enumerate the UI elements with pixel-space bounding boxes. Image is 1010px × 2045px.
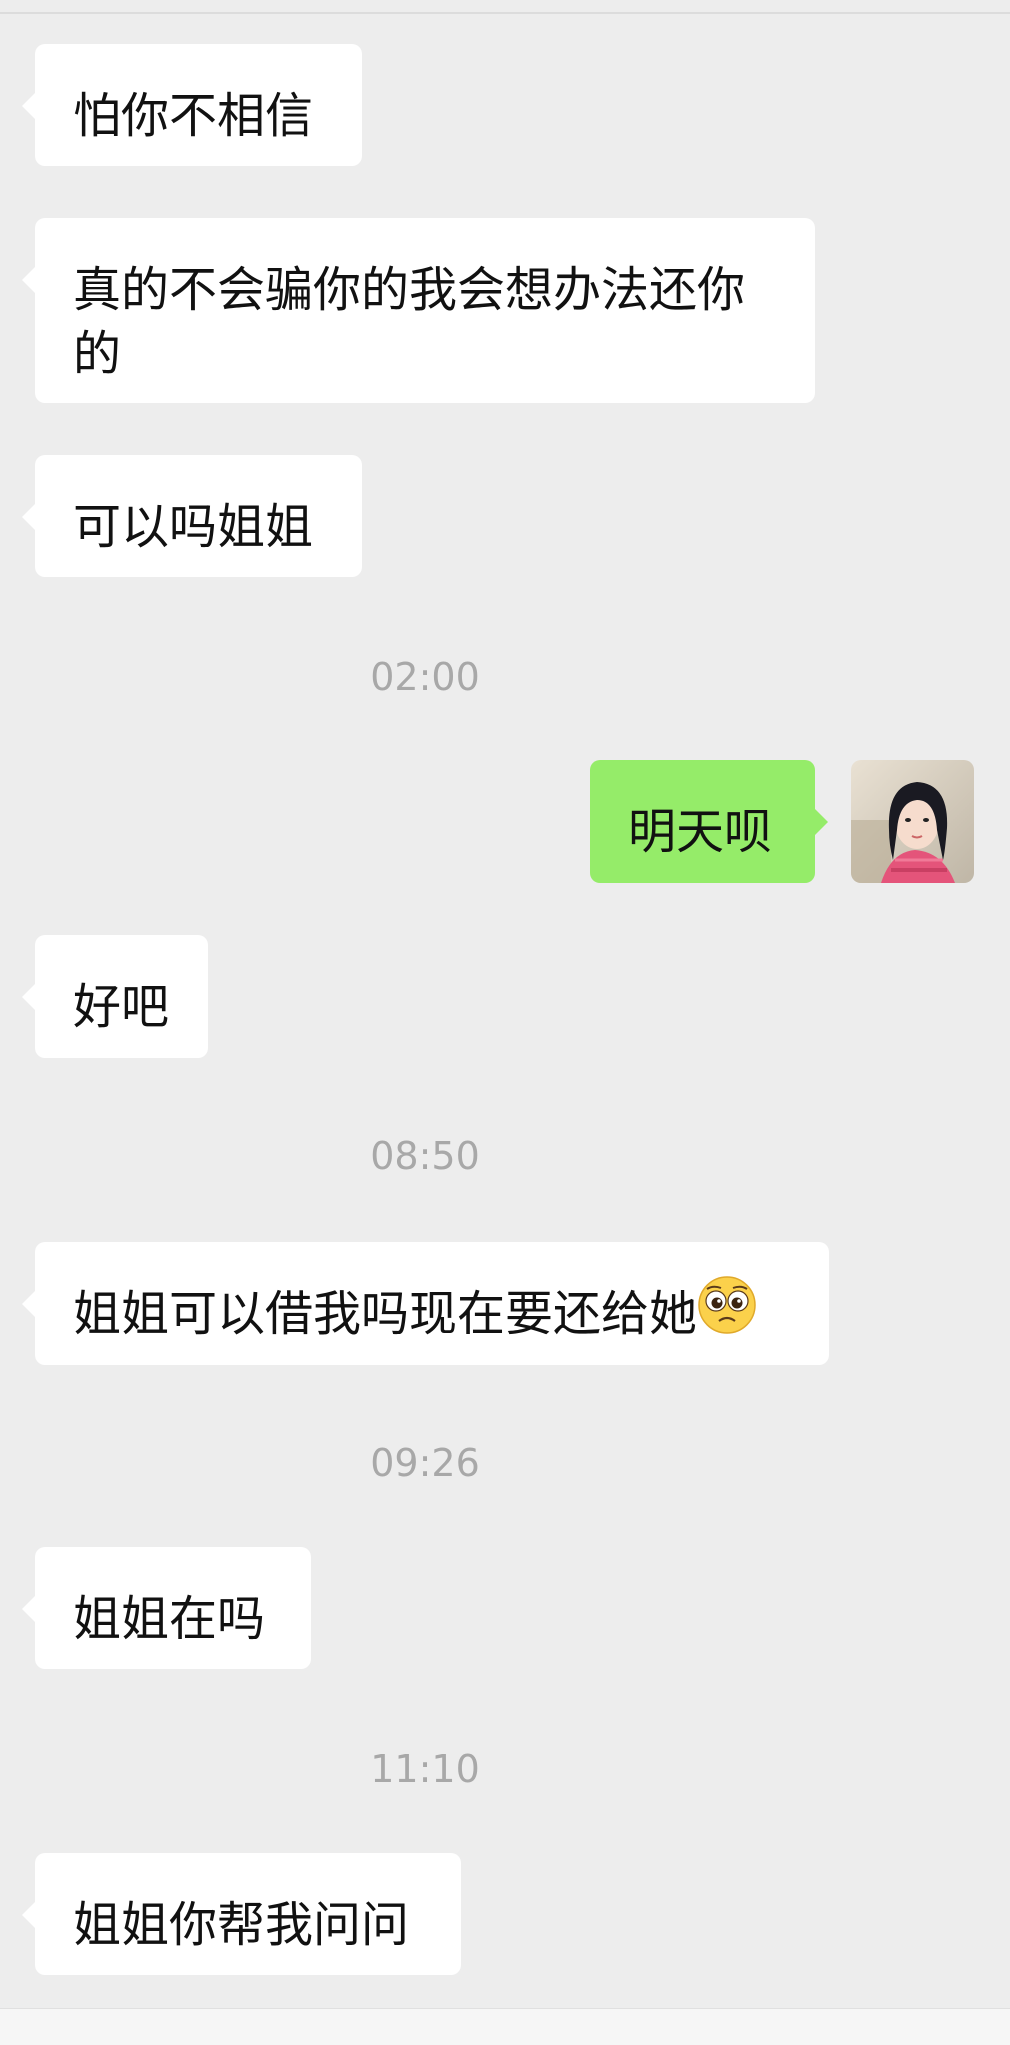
pleading-face-icon	[697, 1275, 757, 1351]
timestamp: 11:10	[370, 1747, 480, 1791]
user-avatar[interactable]	[851, 760, 974, 883]
timestamp: 08:50	[370, 1134, 480, 1178]
message-text: 好吧	[73, 979, 170, 1035]
timestamp: 09:26	[370, 1441, 480, 1485]
message-text: 可以吗姐姐	[73, 499, 314, 555]
outgoing-message-bubble[interactable]: 明天呗	[590, 760, 828, 883]
timestamp: 02:00	[370, 655, 480, 699]
message-text: 怕你不相信	[73, 88, 314, 144]
incoming-message-bubble[interactable]: 姐姐在吗	[22, 1547, 311, 1669]
message-text: 姐姐可以借我吗现在要还给她	[73, 1286, 698, 1342]
message-text: 姐姐在吗	[73, 1591, 266, 1647]
message-text: 真的不会骗你的我会想办法还你的	[73, 262, 746, 382]
incoming-message-bubble[interactable]: 好吧	[22, 935, 208, 1058]
incoming-message-bubble[interactable]: 姐姐你帮我问问	[22, 1853, 461, 1975]
message-text: 姐姐你帮我问问	[73, 1897, 410, 1953]
message-text: 明天呗	[628, 804, 773, 860]
input-bar[interactable]	[0, 2008, 1010, 2045]
incoming-message-bubble[interactable]: 可以吗姐姐	[22, 455, 362, 577]
incoming-message-bubble[interactable]: 怕你不相信	[22, 44, 362, 166]
incoming-message-bubble[interactable]: 姐姐可以借我吗现在要还给她	[22, 1242, 829, 1365]
top-divider	[0, 12, 1010, 14]
avatar-photo	[851, 760, 974, 883]
incoming-message-bubble[interactable]: 真的不会骗你的我会想办法还你的	[22, 218, 815, 403]
